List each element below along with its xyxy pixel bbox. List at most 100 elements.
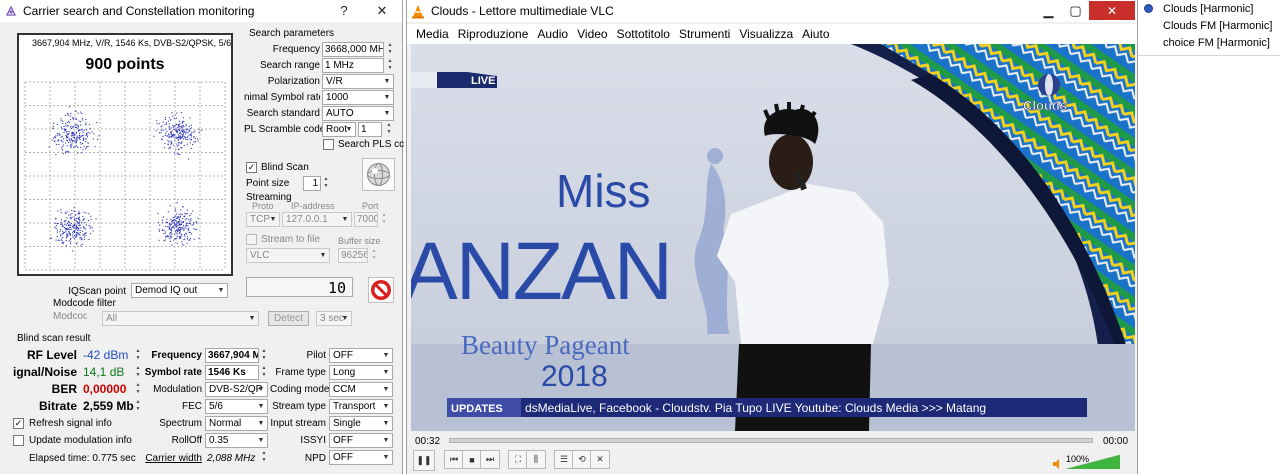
menu-riproduzione[interactable]: Riproduzione (458, 27, 529, 41)
iqscan-select[interactable]: Demod IQ out ▼ (131, 283, 228, 298)
carrier-width-label[interactable]: Carrier width (140, 453, 202, 464)
blind-scan-checkbox[interactable]: ✓ (246, 162, 257, 173)
close-button[interactable]: ✕ (369, 1, 395, 20)
constellation-point (54, 222, 56, 224)
port-spinner[interactable]: ▲ ▼ (380, 212, 388, 227)
update-modulation-checkbox[interactable] (13, 435, 24, 446)
constellation-point (184, 235, 186, 237)
seek-bar[interactable] (449, 438, 1093, 443)
constellation-point (59, 239, 61, 241)
search-standard-select[interactable]: AUTO ▼ (322, 106, 394, 121)
stream-type-select[interactable]: Transport ▼ (329, 399, 393, 414)
maximize-button[interactable]: ▢ (1062, 1, 1089, 20)
point-size-input[interactable]: 1 (303, 176, 321, 191)
satellite-dish-button[interactable] (362, 158, 395, 191)
buffer-spinner[interactable]: ▲ ▼ (370, 248, 378, 263)
spectrum-select[interactable]: Normal ▼ (205, 416, 268, 431)
speaker-icon[interactable] (1052, 458, 1064, 470)
search-pls-checkbox[interactable] (323, 139, 334, 150)
channel-item[interactable]: Clouds FM [Harmonic] (1163, 20, 1272, 32)
constellation-point (174, 128, 176, 130)
constellation-point (164, 230, 166, 232)
constellation-point (185, 233, 187, 235)
constellation-point (70, 115, 72, 117)
video-frame[interactable]: Miss ANZAN Beauty Pageant 2018 LIVE Clou… (411, 44, 1135, 431)
coding-mode-select[interactable]: CCM ▼ (329, 382, 393, 397)
range-spinner[interactable]: ▲ ▼ (386, 58, 394, 73)
channel-item[interactable]: choice FM [Harmonic] (1163, 37, 1270, 49)
result-symbol-rate-spinner[interactable]: ▲ ▼ (260, 365, 268, 380)
constellation-point (63, 131, 65, 134)
constellation-point (170, 118, 172, 121)
channel-item[interactable]: Clouds [Harmonic] (1163, 3, 1253, 15)
constellation-point (170, 144, 172, 146)
constellation-point (69, 241, 72, 243)
extended-settings-button[interactable]: ⫼ (526, 450, 546, 469)
menu-visualizza[interactable]: Visualizza (739, 27, 793, 41)
result-symbol-rate-input[interactable]: 1546 Ks (205, 365, 259, 380)
stop-playback-button[interactable]: ■ (462, 450, 482, 469)
issyi-select[interactable]: OFF ▼ (329, 433, 393, 448)
pl-scramble-value-input[interactable]: 1 (358, 122, 382, 137)
refresh-signal-checkbox[interactable]: ✓ (13, 418, 24, 429)
ip-address-select[interactable]: 127.0.0.1 ▼ (282, 212, 352, 227)
fullscreen-button[interactable]: ⛶ (508, 450, 528, 469)
search-frequency-input[interactable]: 3668,000 MHz (322, 42, 384, 57)
constellation-point (57, 223, 59, 225)
pilot-select[interactable]: OFF ▼ (329, 348, 393, 363)
point-size-spinner[interactable]: ▲ ▼ (322, 176, 330, 191)
help-button[interactable]: ? (331, 1, 357, 20)
constellation-point (183, 224, 185, 226)
modcode-select[interactable]: All ▼ (102, 311, 259, 326)
chevron-down-icon: ▼ (341, 315, 349, 322)
stream-to-file-checkbox[interactable] (246, 234, 257, 245)
stop-button[interactable] (368, 277, 394, 303)
npd-select[interactable]: OFF ▼ (329, 450, 393, 465)
menu-strumenti[interactable]: Strumenti (679, 27, 730, 41)
minimize-button[interactable]: ▁ (1035, 1, 1062, 20)
previous-button[interactable]: ⏮ (444, 450, 464, 469)
menu-aiuto[interactable]: Aiuto (802, 27, 829, 41)
frequency-spinner[interactable]: ▲ ▼ (386, 42, 394, 57)
constellation-point (169, 136, 171, 138)
input-stream-select[interactable]: Single ▼ (329, 416, 393, 431)
play-pause-button[interactable]: ❚❚ (413, 450, 435, 471)
pl-scramble-spinner[interactable]: ▲ ▼ (385, 122, 393, 137)
buffer-size-input[interactable]: 96256 (338, 248, 368, 263)
proto-select[interactable]: TCP ▼ (246, 212, 280, 227)
player-select[interactable]: VLC ▼ (246, 248, 330, 263)
pl-scramble-mode-select[interactable]: Root ▼ (322, 122, 356, 137)
fec-select[interactable]: 5/6 ▼ (205, 399, 268, 414)
loop-button[interactable]: ⟲ (572, 450, 592, 469)
next-button[interactable]: ⏭ (480, 450, 500, 469)
menu-video[interactable]: Video (577, 27, 607, 41)
constellation-point (77, 130, 79, 132)
menu-sottotitolo[interactable]: Sottotitolo (617, 27, 670, 41)
result-frequency-input[interactable]: 3667,904 M (205, 348, 259, 363)
menu-media[interactable]: Media (416, 27, 449, 41)
menu-audio[interactable]: Audio (537, 27, 568, 41)
polarization-select[interactable]: V/R ▼ (322, 74, 394, 89)
update-modulation-label: Update modulation info (29, 435, 132, 446)
shuffle-button[interactable]: ✕ (590, 450, 610, 469)
constellation-point (85, 235, 87, 237)
modulation-select[interactable]: DVB-S2/QP ▼ (205, 382, 268, 397)
vlc-close-button[interactable]: ✕ (1089, 1, 1135, 20)
frame-type-select[interactable]: Long ▼ (329, 365, 393, 380)
result-frequency-spinner[interactable]: ▲ ▼ (260, 348, 268, 363)
constellation-point (77, 126, 79, 128)
search-range-input[interactable]: 1 MHz (322, 58, 384, 73)
min-symbol-rate-select[interactable]: 1000 ▼ (322, 90, 394, 105)
constellation-point (176, 152, 178, 155)
constellation-point (182, 117, 184, 119)
carrier-width-spinner[interactable]: ▲ ▼ (260, 450, 268, 465)
rolloff-select[interactable]: 0.35 ▼ (205, 433, 268, 448)
detect-button[interactable]: Detect (268, 311, 309, 326)
playlist-button[interactable]: ☰ (554, 450, 574, 469)
volume-slider[interactable] (1066, 455, 1120, 469)
detect-time-select[interactable]: 3 sec ▼ (316, 311, 352, 326)
port-input[interactable]: 7000 (354, 212, 378, 227)
constellation-point (81, 135, 84, 137)
channel-radio-selected[interactable] (1144, 4, 1153, 13)
constellation-point (60, 147, 62, 149)
